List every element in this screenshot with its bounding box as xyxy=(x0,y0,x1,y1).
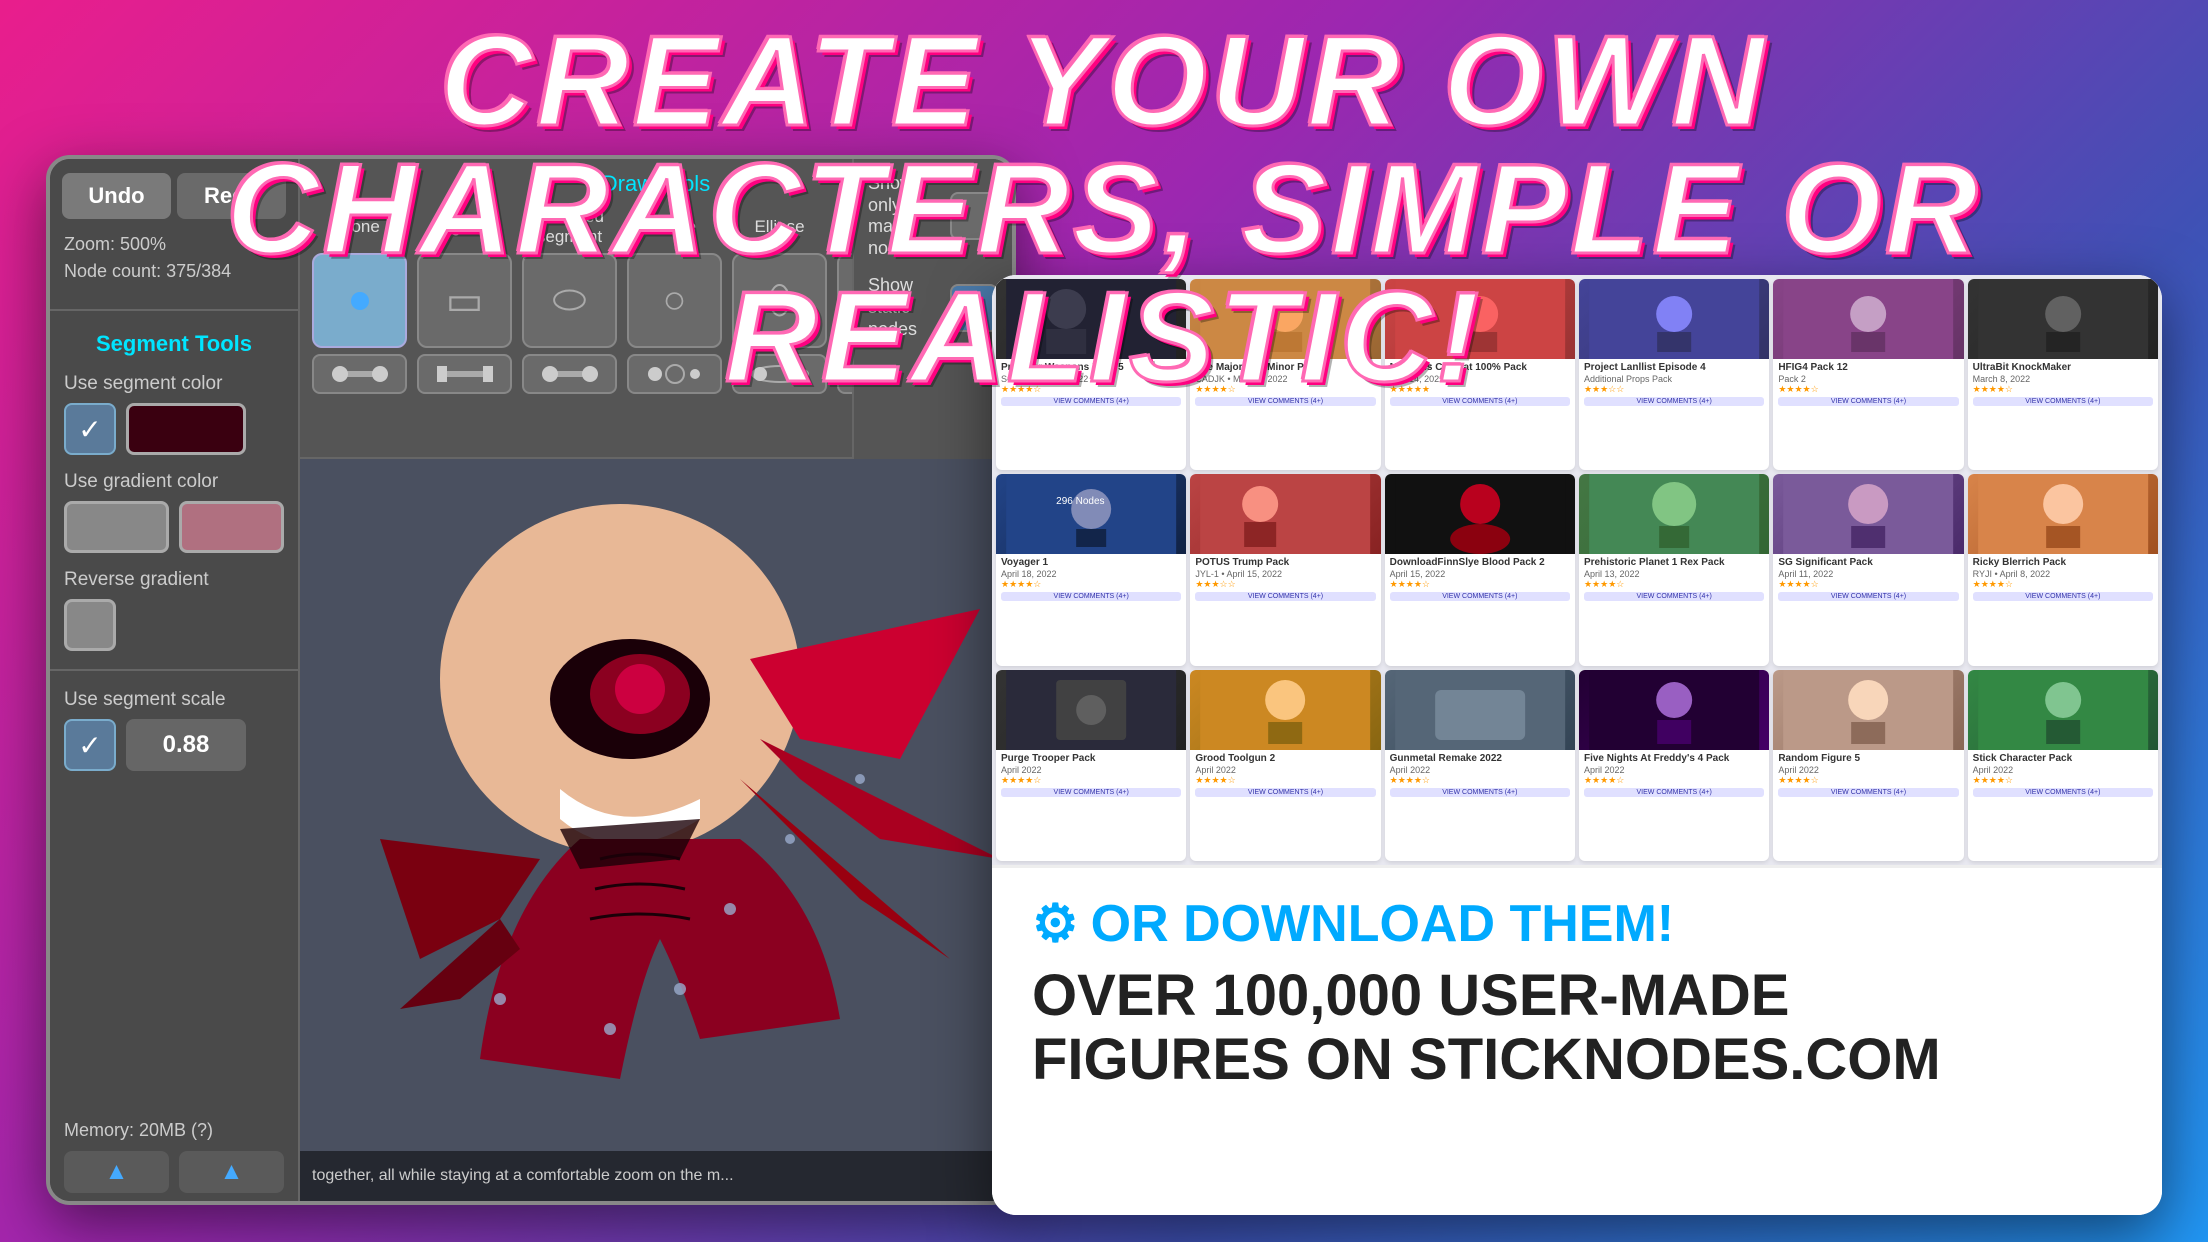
figure-card: SG Significant Pack April 11, 2022 ★★★★☆… xyxy=(1773,474,1963,665)
right-arrow-icon: ▲ xyxy=(220,1158,244,1186)
segment-scale-label: Use segment scale xyxy=(64,689,284,711)
view-comments-btn[interactable]: VIEW COMMENTS (4+) xyxy=(1778,788,1958,797)
download-panel: Predator Weapons Pack 5 SGH5 • May 12, 2… xyxy=(992,275,2162,1215)
gradient-color-swatch-1[interactable] xyxy=(64,501,169,553)
memory-info: Memory: 20MB (?) xyxy=(64,1120,213,1141)
figure-thumb-14 xyxy=(1190,670,1380,750)
view-comments-btn[interactable]: VIEW COMMENTS (4+) xyxy=(1390,788,1570,797)
canvas-area[interactable] xyxy=(300,459,1012,1201)
download-cta: ⚙ OR DOWNLOAD THEM! OVER 100,000 USER-MA… xyxy=(992,865,2162,1215)
figure-thumb-12 xyxy=(1968,474,2158,554)
view-comments-btn[interactable]: VIEW COMMENTS (4+) xyxy=(1973,788,2153,797)
reverse-gradient-swatch[interactable] xyxy=(64,599,116,651)
figure-thumb-10 xyxy=(1579,474,1769,554)
figure-card: Gunmetal Remake 2022 April 2022 ★★★★☆ VI… xyxy=(1385,670,1575,861)
view-comments-btn[interactable]: VIEW COMMENTS (4+) xyxy=(1001,788,1181,797)
figure-thumb-8 xyxy=(1190,474,1380,554)
gradient-color-swatch-2[interactable] xyxy=(179,501,284,553)
left-arrow-icon: ▲ xyxy=(105,1158,129,1186)
segment-color-checkbox[interactable]: ✓ xyxy=(64,403,116,455)
figure-card: Purge Trooper Pack April 2022 ★★★★☆ VIEW… xyxy=(996,670,1186,861)
view-comments-btn[interactable]: VIEW COMMENTS (4+) xyxy=(1390,592,1570,601)
view-comments-btn[interactable]: VIEW COMMENTS (4+) xyxy=(1001,592,1181,601)
figure-card: Prehistoric Planet 1 Rex Pack April 13, … xyxy=(1579,474,1769,665)
figure-thumb-9 xyxy=(1385,474,1575,554)
view-comments-btn[interactable]: VIEW COMMENTS (4+) xyxy=(1195,592,1375,601)
help-button[interactable]: (?) xyxy=(191,1120,213,1140)
view-comments-btn[interactable]: VIEW COMMENTS (4+) xyxy=(1973,592,2153,601)
figure-thumb-7: 296 Nodes xyxy=(996,474,1186,554)
title-banner: CREATE YOUR OWN CHARACTERS, SIMPLE OR RE… xyxy=(24,18,2184,402)
svg-text:296 Nodes: 296 Nodes xyxy=(1056,496,1104,507)
figure-thumb-11 xyxy=(1773,474,1963,554)
memory-label: Memory: 20MB xyxy=(64,1120,186,1140)
figure-thumb-13 xyxy=(996,670,1186,750)
character-art xyxy=(300,459,1000,1159)
figure-card: POTUS Trump Pack JYL-1 • April 15, 2022 … xyxy=(1190,474,1380,665)
figure-thumb-15 xyxy=(1385,670,1575,750)
figure-card: Random Figure 5 April 2022 ★★★★☆ VIEW CO… xyxy=(1773,670,1963,861)
gradient-color-row: Use gradient color xyxy=(50,463,298,561)
segment-scale-row: Use segment scale ✓ 0.88 xyxy=(50,681,298,779)
scale-value-display: 0.88 xyxy=(126,719,246,771)
download-title: ⚙ OR DOWNLOAD THEM! xyxy=(1032,898,2122,950)
figure-thumb-16 xyxy=(1579,670,1769,750)
bottom-btn-right[interactable]: ▲ xyxy=(179,1151,284,1193)
figure-card: Grood Toolgun 2 April 2022 ★★★★☆ VIEW CO… xyxy=(1190,670,1380,861)
figure-card: Five Nights At Freddy's 4 Pack April 202… xyxy=(1579,670,1769,861)
figure-card: Stick Character Pack April 2022 ★★★★☆ VI… xyxy=(1968,670,2158,861)
bottom-buttons: ▲ ▲ xyxy=(50,1151,298,1193)
view-comments-btn[interactable]: VIEW COMMENTS (4+) xyxy=(1584,788,1764,797)
figure-thumb-18 xyxy=(1968,670,2158,750)
main-title: CREATE YOUR OWN CHARACTERS, SIMPLE OR RE… xyxy=(24,18,2184,402)
figure-card: Ricky Blerrich Pack RYJI • April 8, 2022… xyxy=(1968,474,2158,665)
canvas-bottom-text: together, all while staying at a comfort… xyxy=(300,1151,1012,1201)
download-title-text: OR DOWNLOAD THEM! xyxy=(1091,898,1674,950)
reverse-gradient-row: Reverse gradient xyxy=(50,561,298,659)
download-body: OVER 100,000 USER-MADEFIGURES ON STICKNO… xyxy=(1032,964,2122,1092)
reverse-gradient-label: Reverse gradient xyxy=(64,569,284,591)
view-comments-btn[interactable]: VIEW COMMENTS (4+) xyxy=(1195,788,1375,797)
figure-card: 296 Nodes Voyager 1 April 18, 2022 ★★★★☆… xyxy=(996,474,1186,665)
bottom-btn-left[interactable]: ▲ xyxy=(64,1151,169,1193)
download-icon: ⚙ xyxy=(1032,898,1079,950)
segment-color-swatch[interactable] xyxy=(126,403,246,455)
view-comments-btn[interactable]: VIEW COMMENTS (4+) xyxy=(1584,592,1764,601)
figure-thumb-17 xyxy=(1773,670,1963,750)
gradient-color-label: Use gradient color xyxy=(64,471,284,493)
view-comments-btn[interactable]: VIEW COMMENTS (4+) xyxy=(1778,592,1958,601)
segment-scale-checkbox[interactable]: ✓ xyxy=(64,719,116,771)
figure-card: DownloadFinnSlye Blood Pack 2 April 15, … xyxy=(1385,474,1575,665)
